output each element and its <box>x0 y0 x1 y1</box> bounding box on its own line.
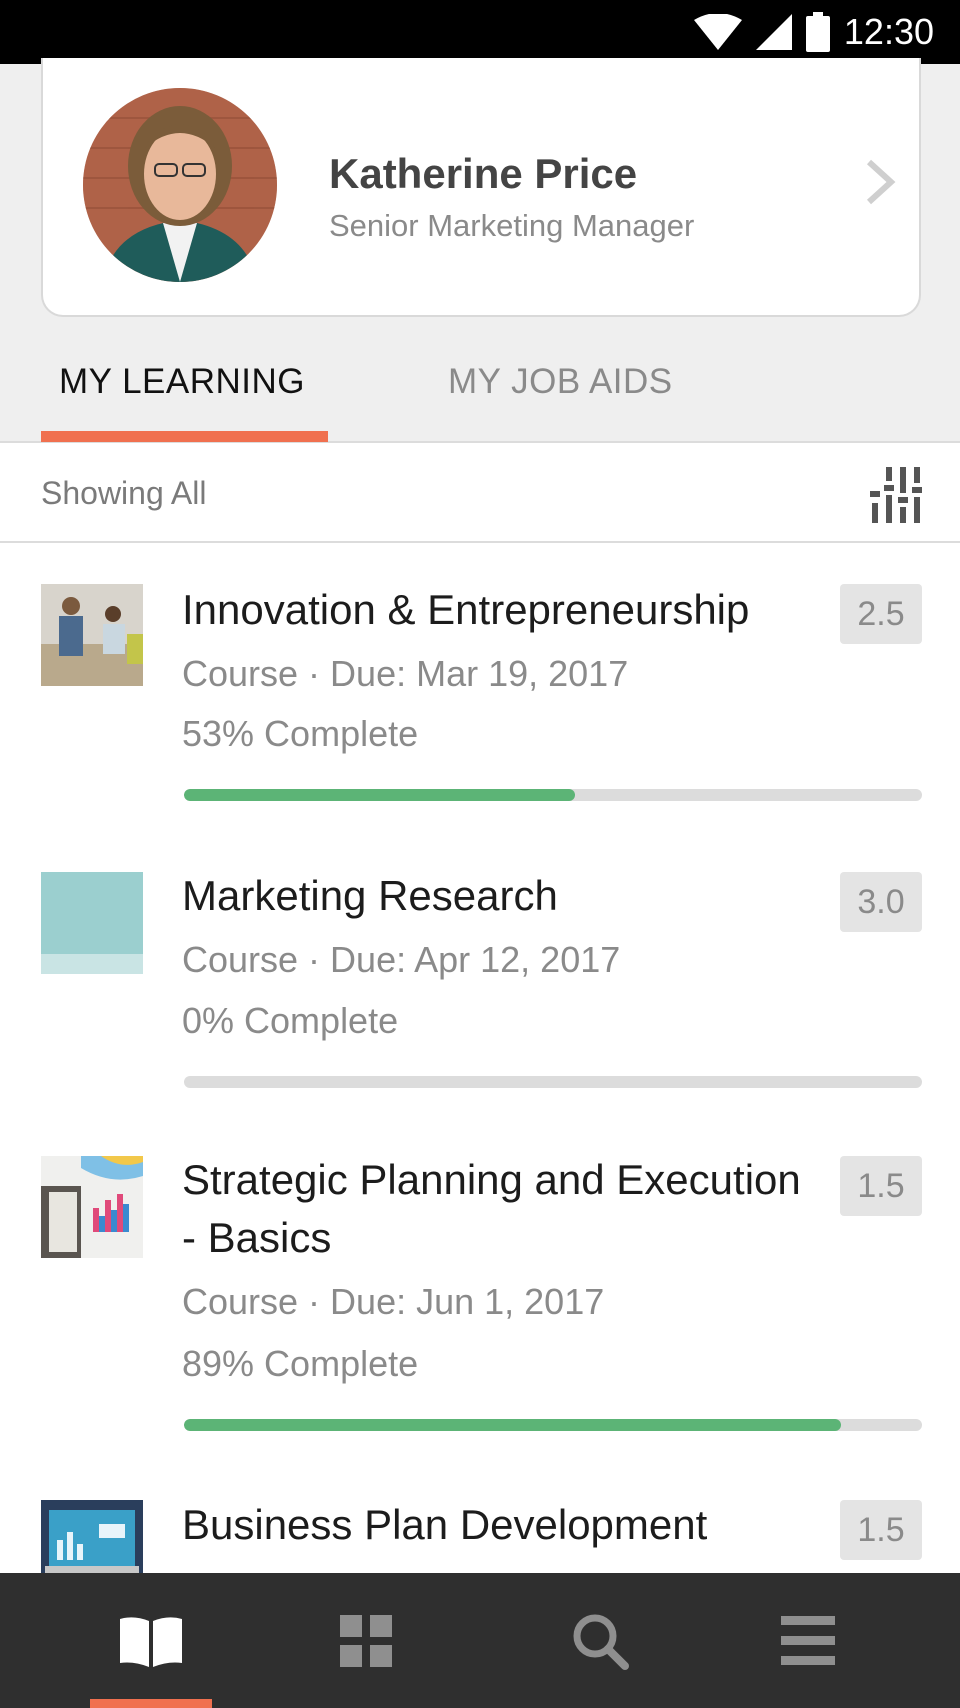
wifi-icon <box>693 14 742 50</box>
credit-badge: 2.5 <box>840 584 922 644</box>
profile-job-title: Senior Marketing Manager <box>329 208 695 243</box>
progress-fill <box>184 1419 841 1431</box>
active-nav-indicator <box>90 1699 212 1708</box>
course-title: Marketing Research <box>182 872 558 919</box>
credit-badge: 1.5 <box>840 1500 922 1560</box>
course-item[interactable]: Strategic Planning and Execution - Basic… <box>0 1113 960 1458</box>
bottom-nav <box>0 1573 960 1708</box>
filter-label: Showing All <box>41 475 207 511</box>
profile-name: Katherine Price <box>329 150 638 197</box>
course-item[interactable]: Marketing Research Course · Due: Apr 12,… <box>0 828 960 1113</box>
active-tab-indicator <box>41 431 328 442</box>
course-item[interactable]: Innovation & Entrepreneurship Course · D… <box>0 543 960 828</box>
status-time: 12:30 <box>843 11 934 52</box>
tab-my-learning[interactable]: MY LEARNING <box>59 362 305 402</box>
nav-search[interactable] <box>500 1573 700 1708</box>
menu-icon <box>781 1615 835 1665</box>
course-progress-text: 0% Complete <box>182 1000 399 1041</box>
course-thumbnail <box>41 584 143 686</box>
course-thumbnail <box>41 872 143 974</box>
course-meta: Course · Due: Jun 1, 2017 <box>182 1281 605 1322</box>
tab-my-job-aids[interactable]: MY JOB AIDS <box>448 362 673 402</box>
course-thumbnail <box>41 1500 143 1573</box>
course-title: Innovation & Entrepreneurship <box>182 586 750 633</box>
progress-bar <box>184 1419 922 1431</box>
course-meta: Course · Due: Mar 19, 2017 <box>182 653 629 694</box>
book-icon <box>120 1616 182 1667</box>
nav-menu[interactable] <box>708 1573 908 1708</box>
signal-icon <box>755 14 792 50</box>
progress-bar <box>184 789 922 801</box>
progress-bar <box>184 1076 922 1088</box>
status-bar: 12:30 <box>0 0 960 64</box>
search-icon <box>573 1614 629 1670</box>
course-thumbnail <box>41 1156 143 1258</box>
nav-learning[interactable] <box>51 1573 251 1708</box>
credit-badge: 3.0 <box>840 872 922 932</box>
filter-bar: Showing All <box>0 443 960 543</box>
grid-icon <box>340 1614 392 1667</box>
battery-icon <box>805 12 830 52</box>
credit-badge: 1.5 <box>840 1156 922 1216</box>
course-item[interactable]: Business Plan Development 1.5 <box>0 1458 960 1573</box>
course-title: Business Plan Development <box>182 1501 708 1548</box>
progress-fill <box>184 789 576 801</box>
status-icons: 12:30 <box>693 10 934 54</box>
course-list: Innovation & Entrepreneurship Course · D… <box>0 543 960 1573</box>
avatar <box>83 88 277 282</box>
course-progress-text: 53% Complete <box>182 713 419 754</box>
profile-card[interactable]: Katherine Price Senior Marketing Manager <box>41 58 921 317</box>
course-title: Strategic Planning and Execution - Basic… <box>182 1156 801 1261</box>
chevron-right-icon[interactable] <box>863 158 899 206</box>
filter-sliders-icon[interactable] <box>868 465 922 523</box>
tab-bar: MY LEARNING MY JOB AIDS <box>0 330 960 443</box>
course-meta: Course · Due: Apr 12, 2017 <box>182 939 621 980</box>
nav-catalog[interactable] <box>266 1573 466 1708</box>
course-progress-text: 89% Complete <box>182 1343 419 1384</box>
